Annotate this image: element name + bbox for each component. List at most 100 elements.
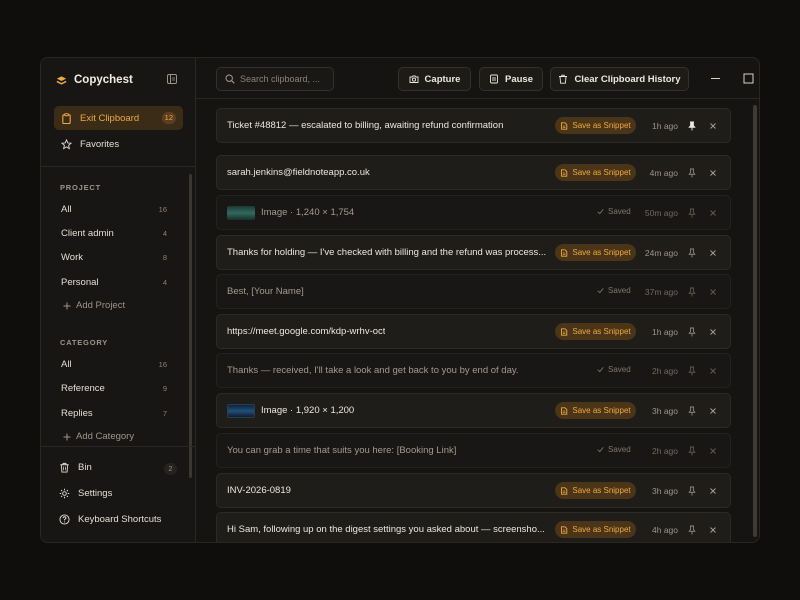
save-snippet-label: Save as Snippet bbox=[572, 327, 631, 336]
item-text: Image · 1,240 × 1,754 bbox=[261, 207, 355, 218]
close-icon[interactable] bbox=[708, 287, 718, 297]
pin-icon[interactable] bbox=[687, 525, 697, 535]
category-replies[interactable]: Replies 7 bbox=[61, 405, 171, 421]
settings-button[interactable]: Settings bbox=[59, 488, 112, 499]
clipboard-item[interactable]: sarah.jenkins@fieldnoteapp.co.uk Save as … bbox=[216, 155, 731, 190]
gear-icon bbox=[59, 488, 70, 499]
close-icon[interactable] bbox=[708, 121, 718, 131]
clipboard-item[interactable]: Image · 1,920 × 1,200 Save as Snippet 3h a… bbox=[216, 393, 731, 428]
filter-label: Work bbox=[61, 251, 83, 263]
bin-button[interactable]: Bin bbox=[59, 462, 92, 473]
close-icon[interactable] bbox=[708, 406, 718, 416]
search-input[interactable] bbox=[240, 74, 330, 84]
add-project-button[interactable]: Add Project bbox=[63, 300, 125, 311]
clear-history-label: Clear Clipboard History bbox=[574, 73, 681, 85]
item-time: 50m ago bbox=[644, 207, 678, 218]
project-all[interactable]: All 16 bbox=[61, 201, 171, 217]
clipboard-item[interactable]: Thanks — received, I'll take a look and … bbox=[216, 353, 731, 388]
pin-icon[interactable] bbox=[687, 486, 697, 496]
saved-status: Saved bbox=[597, 286, 631, 295]
category-section-title: CATEGORY bbox=[60, 338, 109, 347]
pin-icon[interactable] bbox=[687, 168, 697, 178]
logo-icon bbox=[56, 75, 67, 85]
nav-favorites[interactable]: Favorites bbox=[54, 132, 183, 156]
pin-icon[interactable] bbox=[687, 446, 697, 456]
close-icon[interactable] bbox=[708, 327, 718, 337]
save-snippet-button[interactable]: Save as Snippet bbox=[555, 244, 636, 261]
pause-button[interactable]: Pause bbox=[479, 67, 543, 91]
clipboard-item[interactable]: Best, [Your Name] Saved 37m ago bbox=[216, 274, 731, 309]
trash-icon bbox=[60, 462, 69, 473]
filter-label: Replies bbox=[61, 407, 93, 419]
item-text: Thanks for holding — I've checked with b… bbox=[227, 247, 547, 258]
nav-exit-clipboard[interactable]: Exit Clipboard 12 bbox=[54, 106, 183, 130]
list-scrollbar[interactable] bbox=[753, 105, 757, 537]
save-snippet-button[interactable]: Save as Snippet bbox=[555, 323, 636, 340]
pause-label: Pause bbox=[505, 73, 533, 85]
clipboard-item[interactable]: Image · 1,240 × 1,754 Saved 50m ago bbox=[216, 195, 731, 230]
add-project-label: Add Project bbox=[76, 300, 126, 311]
item-time: 4h ago bbox=[652, 524, 678, 535]
clipboard-item[interactable]: https://meet.google.com/kdp-wrhv-oct Save… bbox=[216, 314, 731, 349]
clipboard-item[interactable]: INV-2026-0819 Save as Snippet 3h ago bbox=[216, 473, 731, 508]
project-client-admin[interactable]: Client admin 4 bbox=[61, 225, 171, 241]
saved-status: Saved bbox=[597, 445, 631, 454]
keyboard-shortcuts-button[interactable]: Keyboard Shortcuts bbox=[59, 514, 161, 525]
pin-icon[interactable] bbox=[687, 327, 697, 337]
project-personal[interactable]: Personal 4 bbox=[61, 274, 171, 290]
clear-history-button[interactable]: Clear Clipboard History bbox=[550, 67, 689, 91]
capture-button[interactable]: Capture bbox=[398, 67, 471, 91]
clipboard-item[interactable]: Ticket #48812 — escalated to billing, aw… bbox=[216, 108, 731, 143]
pin-icon[interactable] bbox=[687, 208, 697, 218]
item-time: 2h ago bbox=[652, 365, 678, 376]
save-snippet-button[interactable]: Save as Snippet bbox=[555, 117, 636, 134]
close-icon[interactable] bbox=[708, 248, 718, 258]
item-text: https://meet.google.com/kdp-wrhv-oct bbox=[227, 326, 386, 337]
clipboard-item[interactable]: Thanks for holding — I've checked with b… bbox=[216, 235, 731, 270]
filter-label: All bbox=[61, 358, 72, 370]
close-icon[interactable] bbox=[708, 366, 718, 376]
pin-icon[interactable] bbox=[687, 287, 697, 297]
filter-count: 7 bbox=[162, 408, 167, 418]
maximize-icon[interactable] bbox=[743, 73, 754, 84]
add-category-label: Add Category bbox=[76, 431, 135, 442]
save-snippet-button[interactable]: Save as Snippet bbox=[555, 402, 636, 419]
category-reference[interactable]: Reference 9 bbox=[61, 380, 171, 396]
item-text: Image · 1,920 × 1,200 bbox=[261, 405, 355, 416]
image-thumbnail bbox=[227, 404, 255, 418]
document-icon bbox=[561, 406, 568, 415]
add-category-button[interactable]: Add Category bbox=[63, 431, 134, 442]
check-icon bbox=[597, 447, 604, 453]
save-snippet-button[interactable]: Save as Snippet bbox=[555, 482, 636, 499]
close-icon[interactable] bbox=[708, 446, 718, 456]
item-time: 24m ago bbox=[644, 247, 678, 258]
document-icon bbox=[561, 486, 568, 495]
footer-label: Settings bbox=[78, 488, 113, 499]
saved-label: Saved bbox=[608, 365, 631, 374]
sidebar-toggle-icon[interactable] bbox=[167, 74, 177, 84]
close-icon[interactable] bbox=[708, 208, 718, 218]
item-text: Best, [Your Name] bbox=[227, 286, 304, 297]
pin-icon[interactable] bbox=[687, 406, 697, 416]
sidebar-scrollbar[interactable] bbox=[189, 174, 192, 478]
save-snippet-button[interactable]: Save as Snippet bbox=[555, 164, 636, 181]
close-icon[interactable] bbox=[708, 525, 718, 535]
pin-icon[interactable] bbox=[687, 248, 697, 258]
close-icon[interactable] bbox=[708, 486, 718, 496]
pause-icon bbox=[490, 74, 498, 84]
pin-icon[interactable] bbox=[687, 366, 697, 376]
count-badge: 12 bbox=[161, 112, 176, 124]
category-all[interactable]: All 16 bbox=[61, 356, 171, 372]
project-work[interactable]: Work 8 bbox=[61, 249, 171, 265]
save-snippet-button[interactable]: Save as Snippet bbox=[555, 521, 636, 538]
filter-count: 4 bbox=[162, 277, 167, 287]
pin-icon[interactable] bbox=[687, 121, 697, 131]
close-icon[interactable] bbox=[708, 168, 718, 178]
item-text: You can grab a time that suits you here:… bbox=[227, 445, 457, 456]
clipboard-item[interactable]: You can grab a time that suits you here:… bbox=[216, 433, 731, 468]
clipboard-item[interactable]: Hi Sam, following up on the digest setti… bbox=[216, 512, 731, 542]
search-box[interactable] bbox=[216, 67, 334, 91]
nav-label: Favorites bbox=[80, 138, 120, 150]
save-snippet-label: Save as Snippet bbox=[572, 486, 631, 495]
minimize-icon[interactable] bbox=[710, 73, 721, 84]
